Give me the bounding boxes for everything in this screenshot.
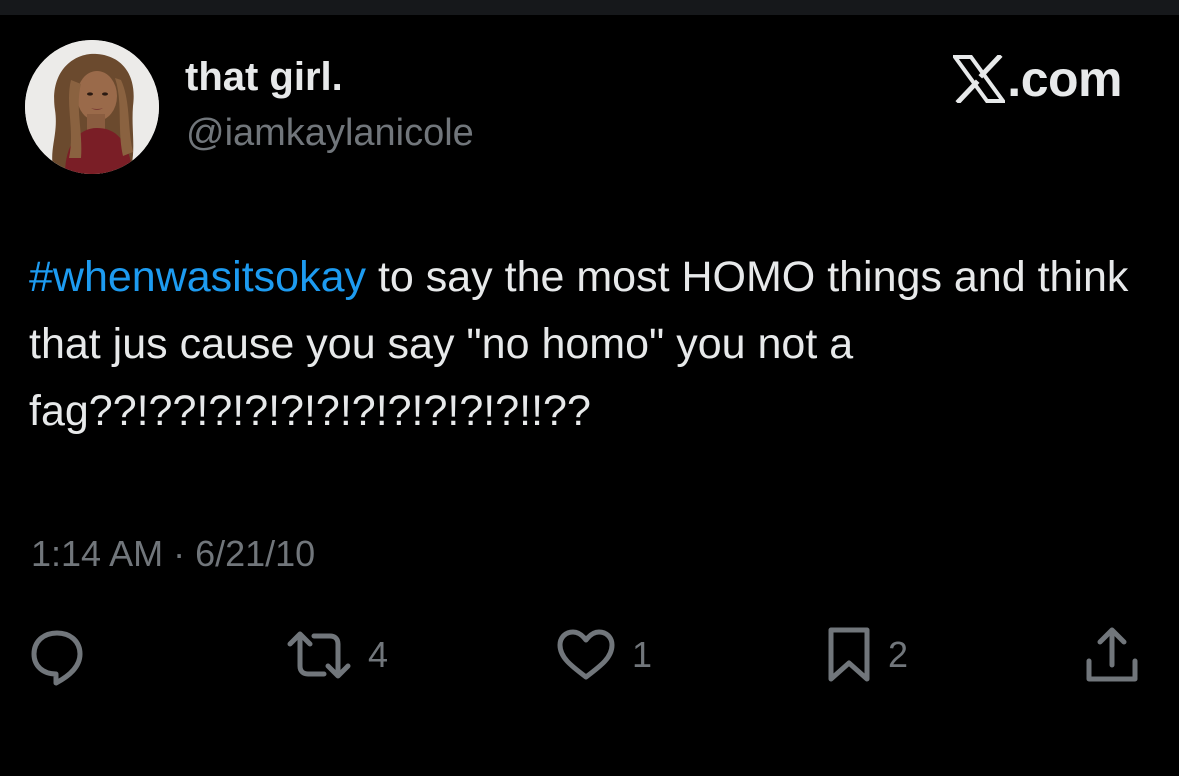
action-bar: 4 1 2 xyxy=(0,620,1179,690)
display-name[interactable]: that girl. xyxy=(185,52,343,102)
hashtag-link[interactable]: #whenwasitsokay xyxy=(29,253,366,301)
brand-text: .com xyxy=(1007,51,1122,107)
profile-photo xyxy=(25,40,159,174)
like-button[interactable]: 1 xyxy=(556,620,652,690)
avatar[interactable] xyxy=(25,40,159,174)
reply-button[interactable] xyxy=(26,620,88,690)
user-handle[interactable]: @iamkaylanicole xyxy=(186,110,474,156)
repost-count: 4 xyxy=(368,634,389,675)
share-icon xyxy=(1086,627,1138,682)
tweet-date: 6/21/10 xyxy=(195,533,316,574)
share-button[interactable] xyxy=(1084,620,1140,690)
x-logo-icon xyxy=(953,55,1006,103)
tweet-time: 1:14 AM xyxy=(31,533,164,574)
tweet-text: #whenwasitsokay to say the most HOMO thi… xyxy=(29,244,1149,445)
tweet-timestamp[interactable]: 1:14 AM · 6/21/10 xyxy=(31,530,315,578)
meta-separator: · xyxy=(163,533,196,574)
reply-icon xyxy=(31,630,83,686)
like-count: 1 xyxy=(632,634,653,675)
bookmark-icon xyxy=(828,627,870,682)
heart-icon xyxy=(557,629,615,680)
bookmark-button[interactable]: 2 xyxy=(826,620,908,690)
repost-button[interactable]: 4 xyxy=(286,620,388,690)
bookmark-count: 2 xyxy=(888,634,909,675)
top-bar xyxy=(0,0,1179,15)
repost-icon xyxy=(287,631,351,679)
brand-logo: .com xyxy=(953,50,1122,108)
